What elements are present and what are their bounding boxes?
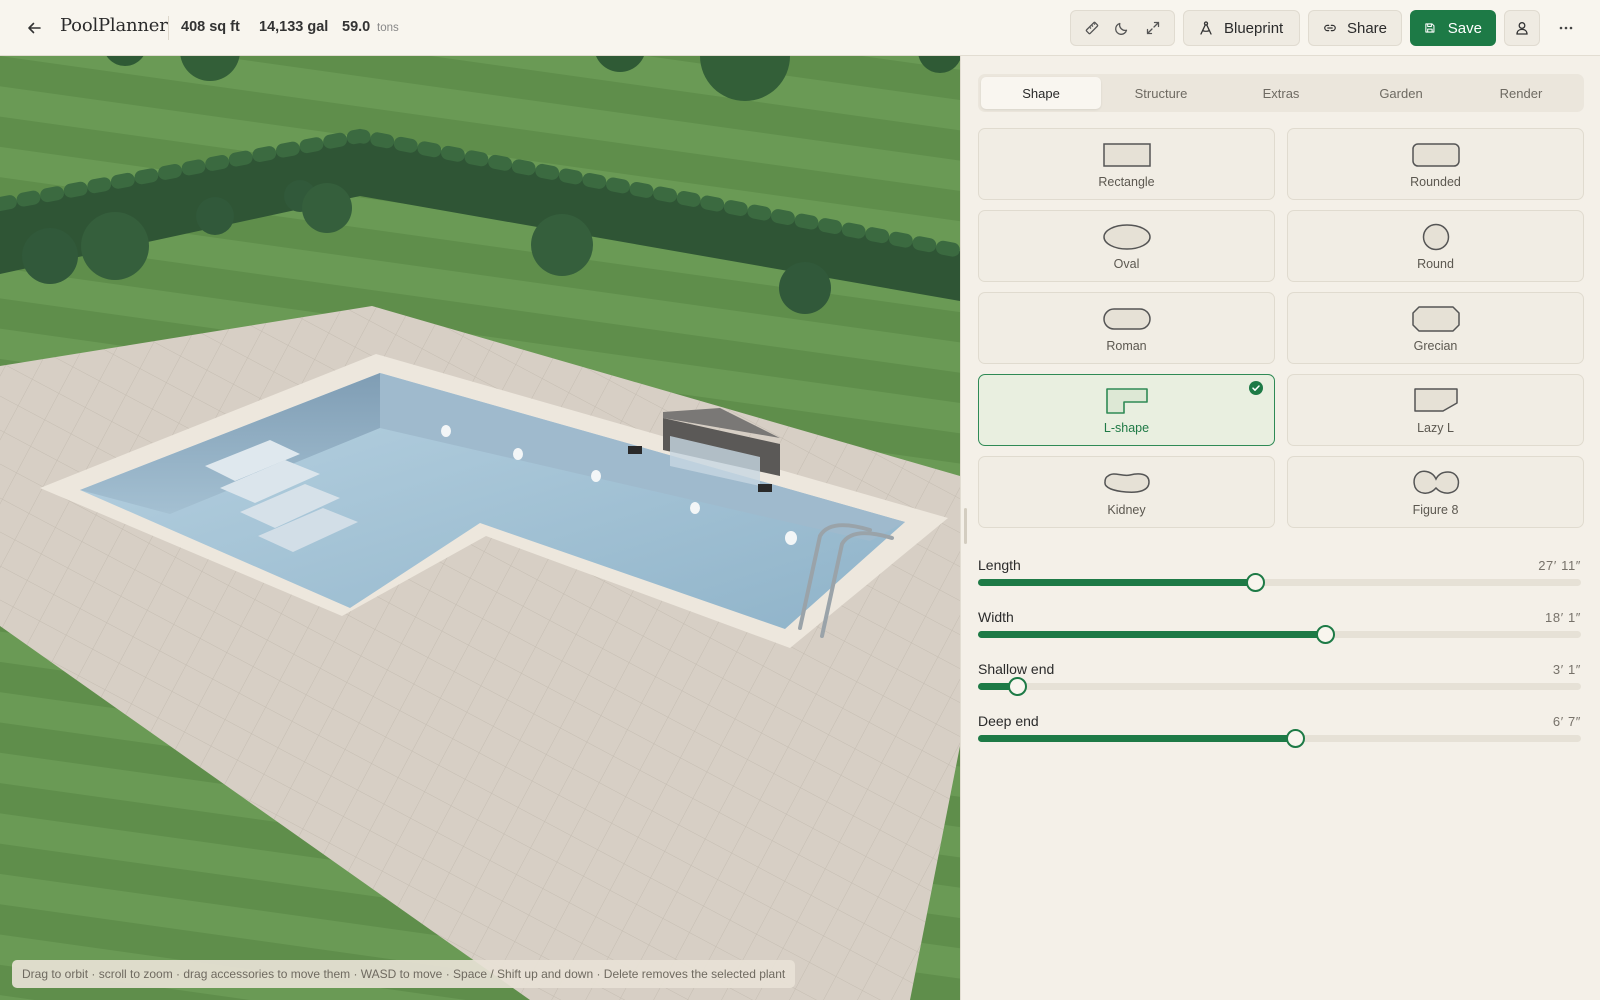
oval-shape-icon — [1102, 224, 1151, 250]
top-bar: PoolPlanner 408 sq ft 14,133 gal 59.0 to… — [0, 0, 1600, 56]
shape-option-round[interactable]: Round — [1287, 210, 1584, 282]
shape-label: Round — [1417, 257, 1454, 271]
rounded-shape-icon — [1411, 143, 1460, 167]
shape-label: Figure 8 — [1412, 503, 1459, 517]
slider-thumb[interactable] — [1285, 729, 1305, 748]
figure-8-shape-icon — [1412, 470, 1459, 494]
share-label: Share — [1346, 19, 1387, 37]
panel-tabs: Shape Structure Extras Garden Render — [978, 74, 1584, 112]
user-icon — [1516, 22, 1528, 35]
save-label: Save — [1447, 19, 1482, 37]
shape-option-grecian[interactable]: Grecian — [1287, 292, 1584, 364]
shape-option-roman[interactable]: Roman — [978, 292, 1275, 364]
shape-option-l-shape[interactable]: L-shape — [978, 374, 1275, 446]
shape-label: Lazy L — [1417, 421, 1454, 435]
volume-stat: 14,133 gal — [259, 19, 329, 35]
shape-option-rounded[interactable]: Rounded — [1287, 128, 1584, 200]
more-menu-button[interactable] — [1552, 14, 1580, 42]
pool-3d-viewport[interactable]: Drag to orbit · scroll to zoom · drag ac… — [0, 56, 960, 1000]
width-slider: Width 18′ 1″ — [978, 609, 1581, 649]
account-button[interactable] — [1504, 10, 1540, 46]
shape-option-lazy-l[interactable]: Lazy L — [1287, 374, 1584, 446]
shape-option-rectangle[interactable]: Rectangle — [978, 128, 1275, 200]
tab-garden[interactable]: Garden — [1341, 77, 1461, 109]
shape-label: Rounded — [1410, 175, 1461, 189]
shape-label: Roman — [1106, 339, 1147, 353]
blueprint-label: Blueprint — [1224, 19, 1284, 37]
moon-icon — [1115, 22, 1128, 35]
shape-option-kidney[interactable]: Kidney — [978, 456, 1275, 528]
slider-label: Length — [978, 557, 1021, 573]
slider-track[interactable] — [978, 625, 1581, 644]
slider-label: Shallow end — [978, 661, 1055, 677]
kidney-shape-icon — [1103, 473, 1150, 493]
expand-icon — [1146, 21, 1159, 35]
share-button[interactable]: Share — [1308, 10, 1402, 46]
back-button[interactable] — [22, 16, 46, 40]
slider-value: 27′ 11″ — [1538, 558, 1581, 573]
slider-label: Width — [978, 609, 1014, 625]
controls-hint: Drag to orbit · scroll to zoom · drag ac… — [12, 960, 796, 988]
shape-label: Oval — [1113, 257, 1140, 271]
rectangle-shape-icon — [1102, 143, 1151, 167]
app-brand: PoolPlanner — [60, 15, 168, 36]
slider-fill — [978, 579, 1256, 586]
slider-track[interactable] — [978, 729, 1581, 748]
more-horizontal-icon — [1559, 26, 1573, 30]
weight-unit: tons — [377, 22, 399, 34]
shape-label: Kidney — [1107, 503, 1146, 517]
slider-track[interactable] — [978, 573, 1581, 592]
grecian-shape-icon — [1411, 306, 1460, 332]
measure-button[interactable] — [1078, 14, 1106, 42]
shape-label: Rectangle — [1098, 175, 1155, 189]
roman-shape-icon — [1102, 308, 1151, 330]
shape-label: Grecian — [1413, 339, 1458, 353]
shallow-end-slider: Shallow end 3′ 1″ — [978, 661, 1581, 701]
tab-render[interactable]: Render — [1461, 77, 1581, 109]
tab-structure[interactable]: Structure — [1101, 77, 1221, 109]
round-shape-icon — [1422, 223, 1449, 251]
slider-value: 3′ 1″ — [1552, 662, 1581, 677]
link-icon — [1324, 24, 1336, 32]
slider-track[interactable] — [978, 677, 1581, 696]
tab-extras[interactable]: Extras — [1221, 77, 1341, 109]
ruler-icon — [1085, 21, 1099, 35]
header-divider — [168, 16, 169, 40]
shape-label: L-shape — [1103, 421, 1150, 435]
slider-value: 18′ 1″ — [1545, 610, 1581, 625]
blueprint-button[interactable]: Blueprint — [1183, 10, 1300, 46]
lazy-l-shape-icon — [1413, 388, 1458, 412]
weight-stat: 59.0 — [342, 19, 371, 35]
view-tools — [1070, 10, 1175, 46]
l-shape-icon — [1105, 388, 1148, 414]
length-slider: Length 27′ 11″ — [978, 557, 1581, 597]
area-stat: 408 sq ft — [181, 19, 240, 35]
slider-fill — [978, 631, 1325, 638]
night-mode-button[interactable] — [1108, 14, 1136, 42]
save-button[interactable]: Save — [1410, 10, 1496, 46]
compass-icon — [1200, 21, 1212, 35]
pool-scene — [0, 56, 960, 1000]
deep-end-slider: Deep end 6′ 7″ — [978, 713, 1581, 753]
check-circle-icon — [1249, 381, 1263, 395]
slider-thumb[interactable] — [1315, 625, 1335, 644]
settings-panel: Shape Structure Extras Garden Render Rec… — [960, 56, 1600, 1000]
tab-shape[interactable]: Shape — [981, 77, 1101, 109]
slider-thumb[interactable] — [1246, 573, 1266, 592]
arrow-left-icon — [28, 22, 41, 34]
slider-value: 6′ 7″ — [1552, 714, 1581, 729]
shape-grid: Rectangle Rounded Oval Round Roman Greci… — [978, 128, 1584, 528]
panel-resize-handle[interactable] — [964, 508, 967, 544]
floppy-disk-icon — [1425, 23, 1435, 33]
slider-thumb[interactable] — [1008, 677, 1028, 696]
slider-fill — [978, 735, 1295, 742]
slider-label: Deep end — [978, 713, 1039, 729]
fullscreen-button[interactable] — [1139, 14, 1167, 42]
shape-option-figure-8[interactable]: Figure 8 — [1287, 456, 1584, 528]
shape-option-oval[interactable]: Oval — [978, 210, 1275, 282]
